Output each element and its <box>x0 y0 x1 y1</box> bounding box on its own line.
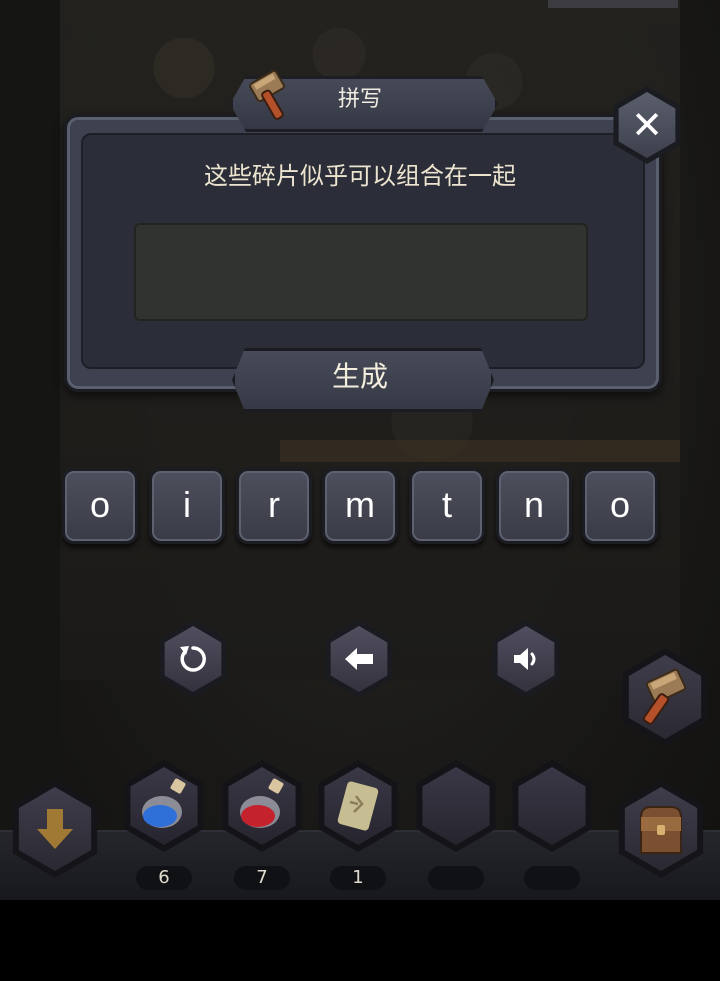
blue-potion-icon <box>142 778 186 828</box>
item-count <box>428 866 484 890</box>
backpack-icon <box>640 806 682 854</box>
speaker-icon <box>514 648 536 670</box>
slot-face <box>422 767 490 845</box>
wooden-beam <box>280 440 680 462</box>
arrow-down-icon <box>37 809 73 849</box>
item-count <box>524 866 580 890</box>
letter-tile-label: o <box>89 484 111 525</box>
letter-tile[interactable]: m <box>322 468 398 544</box>
generate-button-label[interactable]: 生成 <box>232 348 488 406</box>
rune-stone-icon <box>337 781 379 831</box>
letter-tile[interactable]: o <box>582 468 658 544</box>
arrow-left-icon <box>345 648 373 670</box>
letter-tile[interactable]: o <box>62 468 138 544</box>
letter-tile[interactable]: r <box>236 468 312 544</box>
letter-tile-label: r <box>268 484 280 525</box>
left-shadow <box>0 0 60 900</box>
red-potion-icon <box>240 778 284 828</box>
dialog-title: 拼写 <box>337 87 382 112</box>
letter-tile-label: m <box>345 484 375 525</box>
hammer-icon <box>244 69 300 126</box>
letter-tile-label: i <box>183 484 191 525</box>
letter-tile[interactable]: t <box>409 468 485 544</box>
item-count: 7 <box>234 866 290 890</box>
letter-tile[interactable]: n <box>496 468 572 544</box>
top-edge-object <box>548 0 678 8</box>
letter-tile-label: o <box>609 484 631 525</box>
item-count: 6 <box>136 866 192 890</box>
letter-tile-label: n <box>523 484 545 525</box>
game-screen: 拼写 这些碎片似乎可以组合在一起 ✕ 生成 o i r m t n o 6 7 … <box>0 0 720 900</box>
item-count: 1 <box>330 866 386 890</box>
dialog-prompt: 这些碎片似乎可以组合在一起 <box>204 162 516 190</box>
hammer-icon <box>642 668 687 725</box>
answer-field[interactable] <box>134 223 588 321</box>
letter-tile-label: t <box>441 484 452 525</box>
refresh-icon <box>180 646 206 672</box>
letter-tile[interactable]: i <box>149 468 225 544</box>
slot-face <box>518 767 586 845</box>
